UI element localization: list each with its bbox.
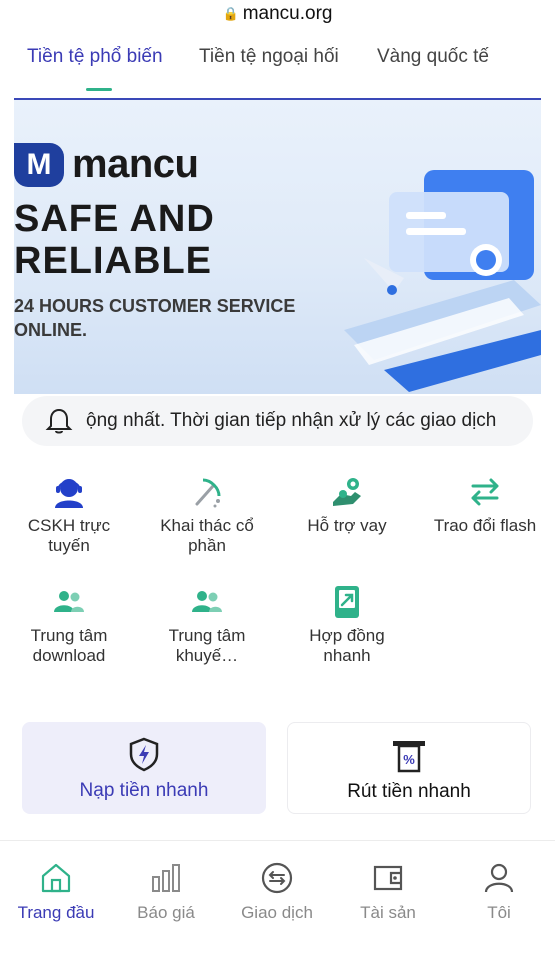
users-download-icon — [54, 591, 84, 612]
nav-profile[interactable]: Tôi — [449, 861, 549, 923]
loan-support-icon — [333, 478, 361, 506]
grid-label: Khai thác cổ phần — [160, 516, 254, 555]
banner-subline: 24 HOURS CUSTOMER SERVICE ONLINE. — [14, 296, 296, 340]
bar-chart-icon — [152, 864, 180, 892]
wallet-icon — [373, 865, 403, 891]
grid-item-flash-exchange[interactable]: Trao đổi flash — [430, 474, 540, 536]
headline-line-1: SAFE AND — [14, 198, 215, 240]
nav-label: Giao dịch — [241, 903, 313, 922]
nav-label: Tôi — [487, 903, 511, 922]
home-icon — [41, 863, 71, 893]
logo-text: mancu — [72, 142, 199, 186]
nav-label: Báo giá — [137, 903, 195, 922]
quick-withdraw-button[interactable]: % Rút tiền nhanh — [287, 722, 531, 814]
contract-icon — [335, 586, 359, 618]
grid-item-download-center[interactable]: Trung tâm download — [14, 584, 124, 666]
notice-marquee[interactable]: ộng nhất. Thời gian tiếp nhận xử lý các … — [22, 396, 533, 446]
grid-item-quick-contract[interactable]: Hợp đồng nhanh — [292, 584, 402, 666]
lock-icon: 🔒 — [222, 6, 239, 21]
tab-international-gold[interactable]: Vàng quốc tế — [377, 46, 489, 68]
active-tab-indicator — [86, 88, 112, 91]
shield-bolt-icon — [129, 737, 159, 772]
grid-label: Trung tâm download — [30, 626, 108, 665]
brand-logo: M mancu — [14, 142, 199, 187]
headline-line-2: RELIABLE — [14, 240, 212, 282]
grid-item-customer-service[interactable]: CSKH trực tuyến — [14, 474, 124, 556]
grid-label: Trao đổi flash — [433, 516, 537, 535]
exchange-arrows-icon — [471, 478, 499, 506]
currency-tabs: Tiền tệ phổ biến Tiền tệ ngoại hối Vàng … — [0, 34, 555, 94]
nav-quotes[interactable]: Báo giá — [116, 861, 216, 923]
grid-item-promo-center[interactable]: Trung tâm khuyế… — [152, 584, 262, 666]
banner-headline: SAFE AND RELIABLE — [14, 198, 215, 282]
message-illustration-icon — [344, 170, 541, 392]
tab-forex-currency[interactable]: Tiền tệ ngoại hối — [199, 46, 339, 68]
logo-mark-icon: M — [14, 142, 64, 187]
svg-text:%: % — [403, 752, 415, 767]
users-promo-icon — [192, 591, 222, 612]
tab-popular-currency[interactable]: Tiền tệ phổ biến — [27, 46, 163, 68]
withdraw-label: Rút tiền nhanh — [347, 781, 471, 802]
pickaxe-icon — [195, 478, 221, 508]
swap-circle-icon — [261, 862, 293, 894]
promo-banner[interactable]: M mancu SAFE AND RELIABLE 24 HOURS CUSTO… — [14, 98, 541, 394]
grid-item-loan-support[interactable]: Hỗ trợ vay — [292, 474, 402, 536]
withdraw-receipt-icon: % — [393, 741, 425, 773]
nav-trade[interactable]: Giao dịch — [227, 861, 327, 923]
nav-label: Trang đầu — [17, 903, 95, 922]
nav-label: Tài sản — [360, 903, 416, 922]
bell-icon — [45, 408, 73, 434]
browser-url-bar[interactable]: 🔒 mancu.org — [0, 0, 555, 28]
nav-assets[interactable]: Tài sản — [338, 861, 438, 923]
grid-label: CSKH trực tuyến — [27, 516, 111, 555]
url-text: mancu.org — [242, 3, 333, 24]
notice-text: ộng nhất. Thời gian tiếp nhận xử lý các … — [86, 410, 497, 431]
quick-deposit-button[interactable]: Nạp tiền nhanh — [22, 722, 266, 814]
grid-item-share-mining[interactable]: Khai thác cổ phần — [152, 474, 262, 556]
bottom-navigation: Trang đầu Báo giá Giao dịch Tài sản Tôi — [0, 840, 555, 960]
grid-label: Hợp đồng nhanh — [309, 626, 385, 665]
grid-label: Hỗ trợ vay — [307, 516, 387, 535]
grid-label: Trung tâm khuyế… — [168, 626, 246, 665]
support-agent-icon — [55, 479, 83, 508]
deposit-label: Nạp tiền nhanh — [79, 780, 209, 801]
nav-home[interactable]: Trang đầu — [6, 861, 106, 923]
user-icon — [484, 863, 514, 893]
